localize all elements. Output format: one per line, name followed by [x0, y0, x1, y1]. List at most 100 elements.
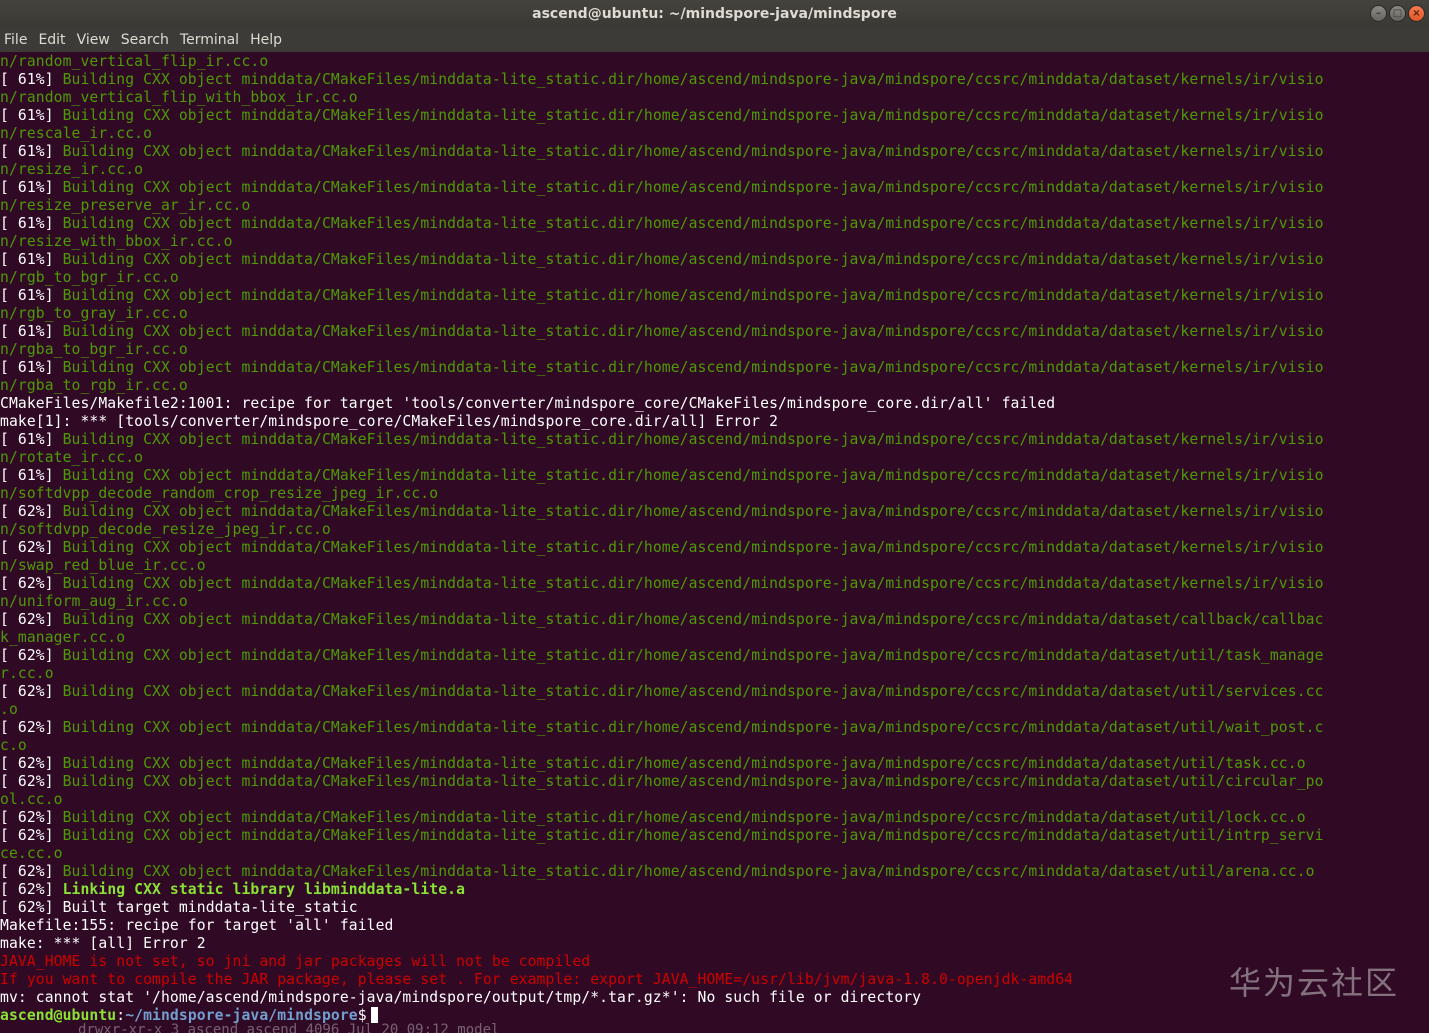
menu-help[interactable]: Help: [250, 32, 282, 48]
close-icon[interactable]: ×: [1408, 5, 1425, 22]
menu-file[interactable]: File: [4, 32, 27, 48]
progress-percent: [ 62%]: [0, 899, 63, 916]
progress-percent: [ 62%]: [0, 881, 63, 898]
line-text: Building CXX object minddata/CMakeFiles/…: [62, 503, 1324, 520]
terminal-line: make[1]: *** [tools/converter/mindspore_…: [0, 413, 1429, 431]
terminal-line: [ 62%] Building CXX object minddata/CMak…: [0, 773, 1429, 791]
line-text: Building CXX object minddata/CMakeFiles/…: [62, 809, 1306, 826]
terminal-line: [ 62%] Building CXX object minddata/CMak…: [0, 755, 1429, 773]
line-text: Building CXX object minddata/CMakeFiles/…: [62, 773, 1324, 790]
progress-percent: [ 62%]: [0, 683, 63, 700]
terminal-line: n/softdvpp_decode_random_crop_resize_jpe…: [0, 485, 1429, 503]
terminal-line: [ 62%] Linking CXX static library libmin…: [0, 881, 1429, 899]
progress-percent: [ 61%]: [0, 71, 63, 88]
menu-terminal[interactable]: Terminal: [180, 32, 239, 48]
line-text: n/resize_preserve_ar_ir.cc.o: [0, 197, 251, 214]
progress-percent: [ 61%]: [0, 467, 63, 484]
terminal-line: [ 62%] Building CXX object minddata/CMak…: [0, 611, 1429, 629]
terminal-line: ce.cc.o: [0, 845, 1429, 863]
line-text: Building CXX object minddata/CMakeFiles/…: [62, 575, 1324, 592]
menu-view[interactable]: View: [77, 32, 110, 48]
terminal-line: mv: cannot stat '/home/ascend/mindspore-…: [0, 989, 1429, 1007]
line-text: Building CXX object minddata/CMakeFiles/…: [62, 719, 1324, 736]
terminal-line: [ 62%] Building CXX object minddata/CMak…: [0, 719, 1429, 737]
progress-percent: [ 61%]: [0, 431, 63, 448]
terminal-line: CMakeFiles/Makefile2:1001: recipe for ta…: [0, 395, 1429, 413]
terminal-line: [ 61%] Building CXX object minddata/CMak…: [0, 431, 1429, 449]
terminal-line: n/resize_ir.cc.o: [0, 161, 1429, 179]
line-text: n/rescale_ir.cc.o: [0, 125, 153, 142]
line-text: Built target minddata-lite_static: [62, 899, 358, 916]
terminal-line: n/rgba_to_rgb_ir.cc.o: [0, 377, 1429, 395]
progress-percent: [ 61%]: [0, 215, 63, 232]
terminal-line: [ 61%] Building CXX object minddata/CMak…: [0, 179, 1429, 197]
line-text: n/uniform_aug_ir.cc.o: [0, 593, 188, 610]
terminal-line: [ 62%] Building CXX object minddata/CMak…: [0, 503, 1429, 521]
line-text: ol.cc.o: [0, 791, 63, 808]
line-text: Building CXX object minddata/CMakeFiles/…: [62, 359, 1324, 376]
terminal-line: n/rgb_to_bgr_ir.cc.o: [0, 269, 1429, 287]
terminal-line: [ 61%] Building CXX object minddata/CMak…: [0, 287, 1429, 305]
menu-search[interactable]: Search: [121, 32, 169, 48]
terminal-line: n/rgb_to_gray_ir.cc.o: [0, 305, 1429, 323]
terminal-output[interactable]: n/random_vertical_flip_ir.cc.o[ 61%] Bui…: [0, 53, 1429, 1033]
progress-percent: [ 62%]: [0, 719, 63, 736]
line-text: Building CXX object minddata/CMakeFiles/…: [62, 611, 1324, 628]
line-text: mv: cannot stat '/home/ascend/mindspore-…: [0, 989, 922, 1006]
line-text: n/resize_with_bbox_ir.cc.o: [0, 233, 233, 250]
line-text: Building CXX object minddata/CMakeFiles/…: [62, 287, 1324, 304]
line-text: n/swap_red_blue_ir.cc.o: [0, 557, 206, 574]
terminal-line: [ 62%] Building CXX object minddata/CMak…: [0, 827, 1429, 845]
progress-percent: [ 61%]: [0, 143, 63, 160]
terminal-line: [ 62%] Building CXX object minddata/CMak…: [0, 683, 1429, 701]
line-text: n/softdvpp_decode_random_crop_resize_jpe…: [0, 485, 439, 502]
terminal-lines: n/random_vertical_flip_ir.cc.o[ 61%] Bui…: [0, 53, 1429, 1007]
line-text: .o: [0, 701, 18, 718]
line-text: Building CXX object minddata/CMakeFiles/…: [62, 467, 1324, 484]
line-text: If you want to compile the JAR package, …: [0, 971, 1074, 988]
line-text: c.o: [0, 737, 27, 754]
line-text: Building CXX object minddata/CMakeFiles/…: [62, 143, 1324, 160]
terminal-line: [ 61%] Building CXX object minddata/CMak…: [0, 215, 1429, 233]
line-text: n/rgba_to_bgr_ir.cc.o: [0, 341, 188, 358]
line-text: make: *** [all] Error 2: [0, 935, 206, 952]
terminal-line: n/random_vertical_flip_ir.cc.o: [0, 53, 1429, 71]
terminal-line: [ 61%] Building CXX object minddata/CMak…: [0, 359, 1429, 377]
progress-percent: [ 62%]: [0, 809, 63, 826]
terminal-line: [ 62%] Building CXX object minddata/CMak…: [0, 539, 1429, 557]
terminal-line: n/uniform_aug_ir.cc.o: [0, 593, 1429, 611]
terminal-line: n/resize_preserve_ar_ir.cc.o: [0, 197, 1429, 215]
terminal-line: [ 62%] Built target minddata-lite_static: [0, 899, 1429, 917]
progress-percent: [ 62%]: [0, 503, 63, 520]
terminal-line: r.cc.o: [0, 665, 1429, 683]
menu-edit[interactable]: Edit: [38, 32, 65, 48]
progress-percent: [ 62%]: [0, 827, 63, 844]
line-text: Linking CXX static library libminddata-l…: [62, 881, 466, 898]
terminal-line: ol.cc.o: [0, 791, 1429, 809]
progress-percent: [ 62%]: [0, 539, 63, 556]
maximize-icon[interactable]: □: [1389, 5, 1406, 22]
overlapped-output-line: drwxr-xr-x 3 ascend ascend 4096 Jul 20 0…: [78, 1022, 500, 1033]
terminal-line: [ 62%] Building CXX object minddata/CMak…: [0, 809, 1429, 827]
terminal-line: Makefile:155: recipe for target 'all' fa…: [0, 917, 1429, 935]
terminal-line: [ 61%] Building CXX object minddata/CMak…: [0, 467, 1429, 485]
progress-percent: [ 61%]: [0, 323, 63, 340]
minimize-icon[interactable]: –: [1370, 5, 1387, 22]
window-titlebar[interactable]: ascend@ubuntu: ~/mindspore-java/mindspor…: [0, 0, 1429, 27]
terminal-line: n/resize_with_bbox_ir.cc.o: [0, 233, 1429, 251]
line-text: Building CXX object minddata/CMakeFiles/…: [62, 251, 1324, 268]
terminal-line: JAVA_HOME is not set, so jni and jar pac…: [0, 953, 1429, 971]
progress-percent: [ 61%]: [0, 359, 63, 376]
line-text: CMakeFiles/Makefile2:1001: recipe for ta…: [0, 395, 1056, 412]
line-text: JAVA_HOME is not set, so jni and jar pac…: [0, 953, 591, 970]
progress-percent: [ 61%]: [0, 287, 63, 304]
progress-percent: [ 62%]: [0, 611, 63, 628]
line-text: Building CXX object minddata/CMakeFiles/…: [62, 539, 1324, 556]
terminal-line: [ 61%] Building CXX object minddata/CMak…: [0, 323, 1429, 341]
progress-percent: [ 62%]: [0, 575, 63, 592]
progress-percent: [ 62%]: [0, 647, 63, 664]
line-text: Building CXX object minddata/CMakeFiles/…: [62, 863, 1315, 880]
progress-percent: [ 61%]: [0, 179, 63, 196]
line-text: n/rgba_to_rgb_ir.cc.o: [0, 377, 188, 394]
line-text: r.cc.o: [0, 665, 54, 682]
